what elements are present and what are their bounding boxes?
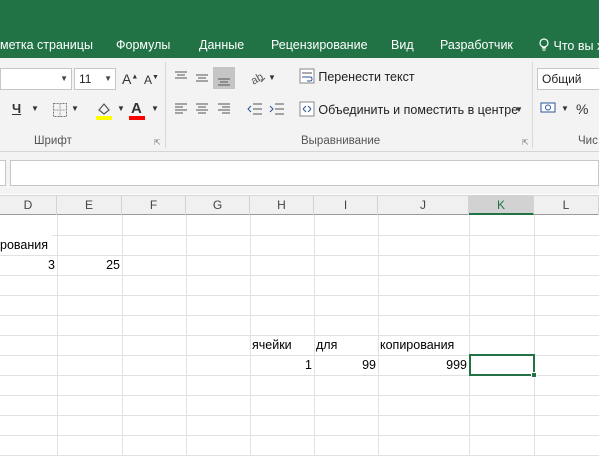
cell-h8[interactable]: ячейки	[252, 335, 292, 355]
number-group-label: Чис	[578, 135, 598, 147]
svg-text:ab: ab	[249, 71, 266, 85]
cell-j9[interactable]: 999	[378, 355, 469, 375]
merge-center-button[interactable]: Объединить и поместить в центре	[299, 101, 518, 117]
cell-h9[interactable]: 1	[250, 355, 314, 375]
increase-font-icon[interactable]: A▲	[122, 71, 138, 87]
merge-center-icon	[299, 101, 315, 117]
cell-i8[interactable]: для	[316, 335, 337, 355]
underline-icon: Ч	[12, 101, 22, 116]
alignment-group-label: Выравнивание	[301, 135, 381, 147]
cell-e3[interactable]: 25	[57, 255, 122, 275]
font-group-label: Шрифт	[34, 135, 72, 147]
column-header-j[interactable]: J	[378, 195, 469, 215]
align-right-icon[interactable]	[217, 102, 231, 116]
align-top-icon[interactable]	[174, 70, 188, 84]
column-header-k[interactable]: K	[469, 195, 534, 215]
decrease-font-icon[interactable]: A▼	[144, 73, 159, 87]
chevron-down-icon[interactable]: ▼	[31, 104, 39, 113]
number-format-combo[interactable]: Общий	[537, 68, 599, 90]
tab-formulas[interactable]: Формулы	[116, 38, 170, 52]
dialog-launcher-icon[interactable]: ⇱	[154, 138, 161, 147]
merge-center-label: Объединить и поместить в центре	[318, 103, 519, 117]
tell-me-box[interactable]: Что вы х	[538, 38, 599, 53]
align-center-icon[interactable]	[195, 102, 209, 116]
wrap-text-icon	[299, 68, 315, 84]
cell-i9[interactable]: 99	[314, 355, 378, 375]
font-size-value: 11	[79, 72, 92, 86]
column-header-e[interactable]: E	[57, 195, 122, 215]
group-divider	[165, 62, 166, 148]
tab-view[interactable]: Вид	[391, 38, 414, 52]
column-header-f[interactable]: F	[122, 195, 186, 215]
number-format-value: Общий	[542, 72, 582, 86]
fill-handle[interactable]	[531, 372, 537, 378]
formula-input[interactable]	[10, 160, 599, 186]
tab-review[interactable]: Рецензирование	[271, 38, 368, 52]
chevron-down-icon[interactable]: ▼	[151, 104, 159, 113]
wrap-text-button[interactable]: Перенести текст	[299, 68, 415, 84]
font-color-swatch	[129, 116, 145, 120]
cell-j8[interactable]: копирования	[380, 335, 454, 355]
cell-d2[interactable]: рования	[0, 235, 53, 255]
title-bar	[0, 0, 599, 34]
chevron-down-icon[interactable]: ▼	[71, 104, 79, 113]
align-bottom-icon	[218, 78, 230, 86]
align-bottom-button[interactable]	[213, 67, 235, 89]
increase-indent-icon[interactable]	[269, 102, 285, 116]
font-name-combo[interactable]: ▼	[0, 68, 72, 90]
column-header-h[interactable]: H	[250, 195, 314, 215]
orientation-icon[interactable]: ab	[249, 69, 267, 85]
name-box[interactable]	[0, 160, 6, 186]
chevron-down-icon: ▼	[60, 74, 68, 83]
align-left-icon[interactable]	[174, 102, 188, 116]
tab-page-layout[interactable]: метка страницы	[0, 38, 93, 52]
ribbon: ▼ 11 ▼ A▲ A▼ Ч ▼ ▼ ▼ A ▼ Шрифт ⇱ ab ▼ Пе…	[0, 58, 599, 152]
font-color-icon[interactable]: A	[131, 100, 142, 117]
chevron-down-icon[interactable]: ▼	[117, 104, 125, 113]
percent-icon[interactable]: %	[576, 101, 588, 117]
column-header-i[interactable]: I	[314, 195, 378, 215]
wrap-text-label: Перенести текст	[318, 70, 415, 84]
lightbulb-icon	[539, 38, 549, 51]
font-size-combo[interactable]: 11 ▼	[74, 68, 116, 90]
dialog-launcher-icon[interactable]: ⇱	[522, 138, 529, 147]
chevron-down-icon[interactable]: ▼	[561, 104, 569, 113]
decrease-indent-icon[interactable]	[247, 102, 263, 116]
chevron-down-icon[interactable]: ▼	[515, 105, 523, 114]
tab-data[interactable]: Данные	[199, 38, 244, 52]
column-header-l[interactable]: L	[534, 195, 599, 215]
column-header-d[interactable]: D	[0, 195, 57, 215]
underline-button[interactable]: Ч	[12, 101, 21, 116]
column-header-g[interactable]: G	[186, 195, 250, 215]
tab-developer[interactable]: Разработчик	[440, 38, 513, 52]
chevron-down-icon[interactable]: ▼	[268, 73, 276, 82]
align-middle-icon[interactable]	[195, 70, 209, 84]
borders-icon[interactable]	[52, 102, 68, 118]
cell-d3[interactable]: 3	[0, 255, 57, 275]
fill-color-icon[interactable]	[95, 100, 113, 120]
ribbon-tabs: метка страницы Формулы Данные Рецензиров…	[0, 34, 599, 58]
chevron-down-icon: ▼	[104, 74, 112, 83]
active-cell-k9[interactable]	[469, 354, 535, 376]
tell-me-label: Что вы х	[553, 39, 599, 53]
group-divider	[532, 62, 533, 148]
currency-format-icon[interactable]	[540, 100, 558, 116]
